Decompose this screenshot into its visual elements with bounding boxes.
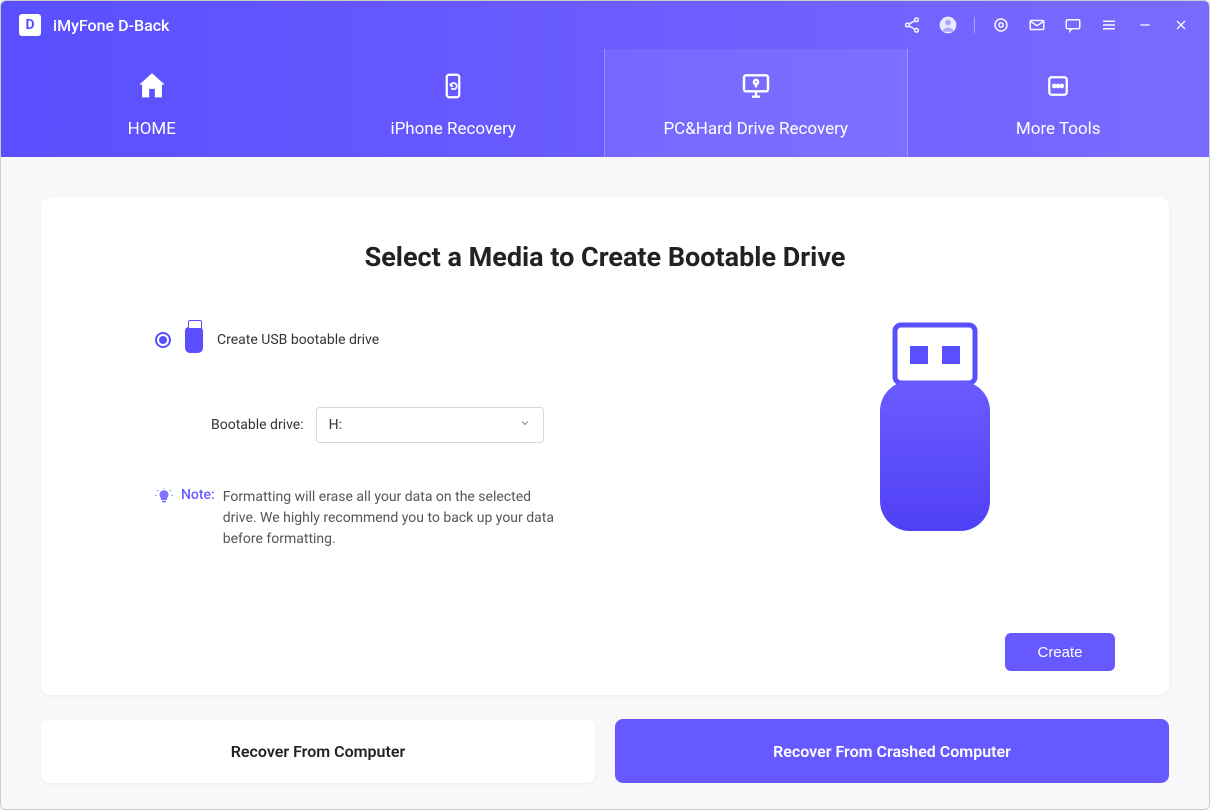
tab-iphone-recovery[interactable]: iPhone Recovery xyxy=(303,49,605,157)
tab-pc-recovery[interactable]: PC&Hard Drive Recovery xyxy=(604,49,908,157)
tab-recover-from-crashed[interactable]: Recover From Crashed Computer xyxy=(615,719,1169,783)
tab-recover-from-computer[interactable]: Recover From Computer xyxy=(41,719,595,783)
create-button[interactable]: Create xyxy=(1005,633,1115,671)
app-window: D iMyFone D-Back xyxy=(0,0,1210,810)
usb-small-icon xyxy=(185,327,203,353)
content-area: Select a Media to Create Bootable Drive … xyxy=(1,157,1209,809)
menu-icon[interactable] xyxy=(1099,15,1119,35)
settings-icon[interactable] xyxy=(991,15,1011,35)
divider xyxy=(974,17,975,33)
left-column: Create USB bootable drive Bootable drive… xyxy=(95,327,715,550)
lightbulb-icon xyxy=(155,488,173,510)
selected-value: H: xyxy=(329,417,342,433)
close-icon[interactable] xyxy=(1171,15,1191,35)
body-row: Create USB bootable drive Bootable drive… xyxy=(95,327,1115,550)
tab-more-tools[interactable]: More Tools xyxy=(908,49,1210,157)
tab-home[interactable]: HOME xyxy=(1,49,303,157)
bottom-tabs: Recover From Computer Recover From Crash… xyxy=(41,719,1169,783)
feedback-icon[interactable] xyxy=(1063,15,1083,35)
monitor-key-icon xyxy=(737,67,775,105)
minimize-icon[interactable] xyxy=(1135,15,1155,35)
radio-selected-icon xyxy=(155,332,171,348)
titlebar-controls xyxy=(902,15,1191,35)
mail-icon[interactable] xyxy=(1027,15,1047,35)
note-label: Note: xyxy=(181,487,215,503)
more-icon xyxy=(1039,67,1077,105)
note-row: Note: Formatting will erase all your dat… xyxy=(155,487,715,550)
navbar: HOME iPhone Recovery PC&Hard Drive Recov… xyxy=(1,49,1209,157)
option-label: Create USB bootable drive xyxy=(217,332,379,348)
titlebar: D iMyFone D-Back xyxy=(1,1,1209,49)
page-heading: Select a Media to Create Bootable Drive xyxy=(95,241,1115,273)
note-text: Formatting will erase all your data on t… xyxy=(223,487,563,550)
app-title: iMyFone D-Back xyxy=(53,16,169,35)
app-logo: D xyxy=(19,14,41,36)
tab-label: HOME xyxy=(128,119,176,139)
main-card: Select a Media to Create Bootable Drive … xyxy=(41,197,1169,695)
option-usb-bootable[interactable]: Create USB bootable drive xyxy=(155,327,715,353)
tab-label: PC&Hard Drive Recovery xyxy=(663,119,848,139)
action-row: Create xyxy=(95,609,1115,671)
home-icon xyxy=(133,67,171,105)
right-column xyxy=(755,327,1115,550)
account-icon[interactable] xyxy=(938,15,958,35)
bootable-drive-field: Bootable drive: H: xyxy=(155,407,715,443)
field-label: Bootable drive: xyxy=(211,417,304,433)
bootable-drive-select[interactable]: H: xyxy=(316,407,544,443)
tab-label: More Tools xyxy=(1016,119,1101,139)
usb-drive-illustration xyxy=(870,321,1000,545)
chevron-down-icon xyxy=(519,417,531,433)
share-icon[interactable] xyxy=(902,15,922,35)
phone-refresh-icon xyxy=(434,67,472,105)
tab-label: iPhone Recovery xyxy=(390,119,516,139)
